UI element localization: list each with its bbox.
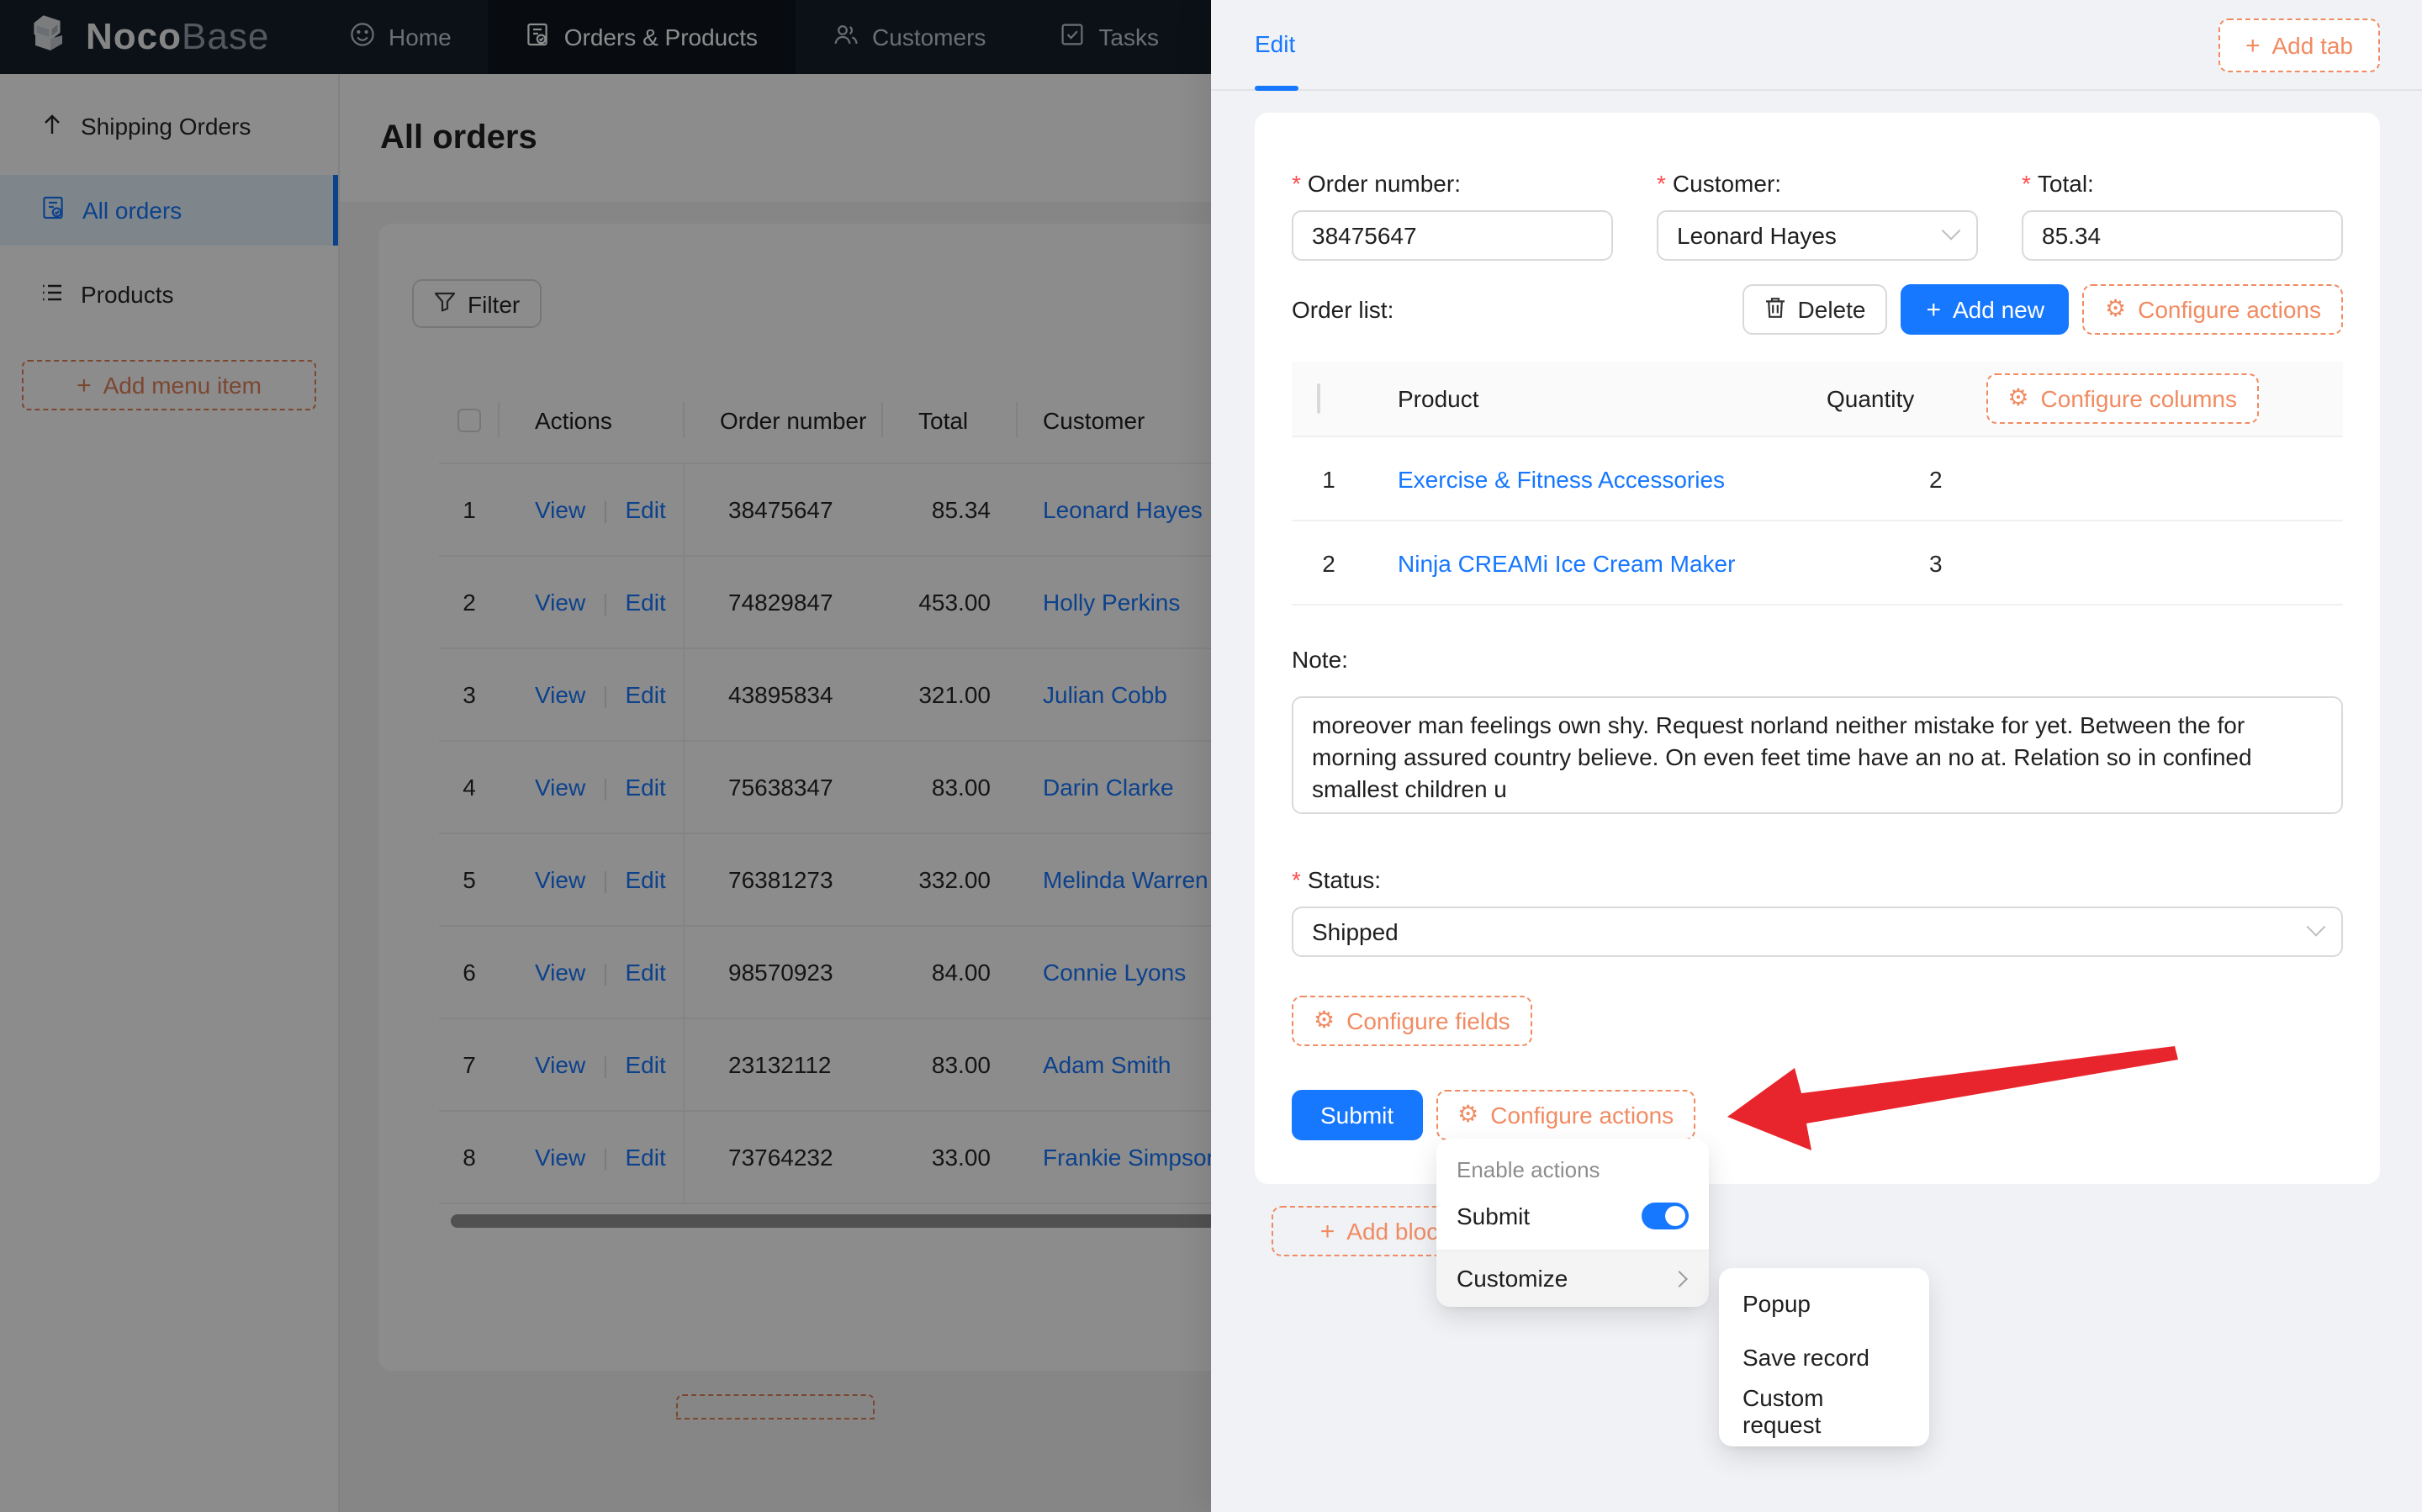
tab-edit[interactable]: Edit (1255, 30, 1295, 57)
gear-icon: ⚙ (2104, 296, 2127, 323)
field-customer: * Customer: Leonard Hayes (1657, 170, 1978, 261)
screen: NocoBase Home Orders & Products Customer… (0, 0, 2422, 1512)
customer-label: Customer: (1672, 170, 1782, 197)
customize-label: Customize (1457, 1265, 1568, 1292)
add-tab-label: Add tab (2271, 32, 2353, 59)
status-label: * Status: (1292, 866, 1382, 893)
submit-label: Submit (1320, 1102, 1394, 1129)
field-total: * Total: 85.34 (2022, 170, 2343, 261)
subtable-row: 1 Exercise & Fitness Accessories 2 (1292, 437, 2343, 521)
configure-fields-button[interactable]: ⚙ Configure fields (1292, 996, 1532, 1046)
configure-actions-button-orderlist[interactable]: ⚙ Configure actions (2082, 284, 2343, 335)
form-footer-actions: Submit ⚙ Configure actions (1292, 1090, 2343, 1140)
trash-icon (1764, 295, 1786, 324)
subtable-product: Exercise & Fitness Accessories (1366, 465, 1795, 492)
order-list-subtable: Product Quantity ⚙ Configure columns 1 E… (1292, 362, 2343, 605)
gear-icon: ⚙ (1314, 1007, 1335, 1034)
subtable-quantity: 3 (1929, 549, 1943, 576)
note-label: Note: (1292, 646, 1348, 673)
drawer-tab-bar: Edit + Add tab (1211, 0, 2422, 91)
submit-toggle[interactable] (1642, 1203, 1689, 1229)
subtable-header: Product Quantity ⚙ Configure columns (1292, 362, 2343, 437)
dropdown-group-header: Enable actions (1457, 1157, 1600, 1182)
configure-actions-button-footer[interactable]: ⚙ Configure actions (1436, 1090, 1696, 1140)
order-list-toolbar: Order list: Delete + Add new ⚙ Configure… (1292, 284, 2343, 335)
subtable-body: 1 Exercise & Fitness Accessories 2 2 Nin… (1292, 437, 2343, 605)
subtable-select-all-checkbox[interactable] (1317, 383, 1320, 414)
product-link[interactable]: Exercise & Fitness Accessories (1398, 465, 1725, 492)
tab-ink-bar (1255, 86, 1298, 90)
delete-button[interactable]: Delete (1742, 284, 1888, 335)
dropdown-item-submit[interactable]: Submit (1436, 1189, 1709, 1243)
subtable-quantity: 2 (1929, 465, 1943, 492)
chevron-right-icon (1671, 1270, 1688, 1287)
subtable-row-index: 1 (1322, 465, 1335, 492)
configure-fields-label: Configure fields (1346, 1007, 1510, 1034)
submenu-item[interactable]: Popup (1726, 1277, 1922, 1330)
subtable-row-index: 2 (1322, 549, 1335, 576)
add-new-label: Add new (1953, 296, 2044, 323)
subtable-row: 2 Ninja CREAMi Ice Cream Maker 3 (1292, 521, 2343, 605)
chevron-down-icon (1941, 221, 1961, 241)
configure-actions-label: Configure actions (2138, 296, 2321, 323)
required-asterisk: * (1292, 866, 1301, 893)
order-list-label: Order list: (1292, 296, 1394, 323)
configure-actions-label: Configure actions (1490, 1102, 1674, 1129)
required-asterisk: * (2022, 170, 2031, 197)
required-asterisk: * (1292, 170, 1301, 197)
configure-actions-dropdown: Enable actions Submit Customize (1436, 1139, 1709, 1307)
note-textarea[interactable]: moreover man feelings own shy. Request n… (1292, 696, 2343, 814)
total-input[interactable]: 85.34 (2022, 210, 2343, 261)
plus-icon: + (2245, 31, 2261, 60)
submit-button[interactable]: Submit (1292, 1090, 1423, 1140)
configure-columns-label: Configure columns (2040, 385, 2237, 412)
submenu-item[interactable]: Custom request (1726, 1384, 1922, 1438)
chevron-down-icon (2306, 917, 2326, 937)
toggle-knob (1665, 1206, 1685, 1226)
product-link[interactable]: Ninja CREAMi Ice Cream Maker (1398, 549, 1735, 576)
add-new-button[interactable]: + Add new (1901, 284, 2070, 335)
gear-icon: ⚙ (2007, 385, 2029, 412)
col-header-product: Product (1398, 385, 1479, 412)
edit-form-card: * Order number: 38475647 * Customer: Leona… (1255, 113, 2380, 1184)
add-tab-button[interactable]: + Add tab (2218, 19, 2380, 72)
delete-label: Delete (1797, 296, 1866, 323)
order-number-input[interactable]: 38475647 (1292, 210, 1613, 261)
order-number-label: Order number: (1307, 170, 1461, 197)
plus-icon: + (1319, 1217, 1335, 1245)
status-select[interactable]: Shipped (1292, 907, 2343, 957)
total-label: Total: (2037, 170, 2094, 197)
dropdown-submit-label: Submit (1457, 1203, 1531, 1229)
required-asterisk: * (1657, 170, 1666, 197)
gear-icon: ⚙ (1457, 1102, 1479, 1129)
dropdown-item-customize[interactable]: Customize (1436, 1251, 1709, 1307)
submenu-item[interactable]: Save record (1726, 1330, 1922, 1384)
field-order-number: * Order number: 38475647 (1292, 170, 1613, 261)
subtable-product: Ninja CREAMi Ice Cream Maker (1366, 549, 1795, 576)
add-block-label: Add block (1346, 1218, 1451, 1245)
configure-columns-button[interactable]: ⚙ Configure columns (1986, 373, 2259, 424)
customize-submenu: Popup Save record Custom request (1719, 1268, 1929, 1446)
customer-select[interactable]: Leonard Hayes (1657, 210, 1978, 261)
plus-icon: + (1926, 295, 1941, 324)
